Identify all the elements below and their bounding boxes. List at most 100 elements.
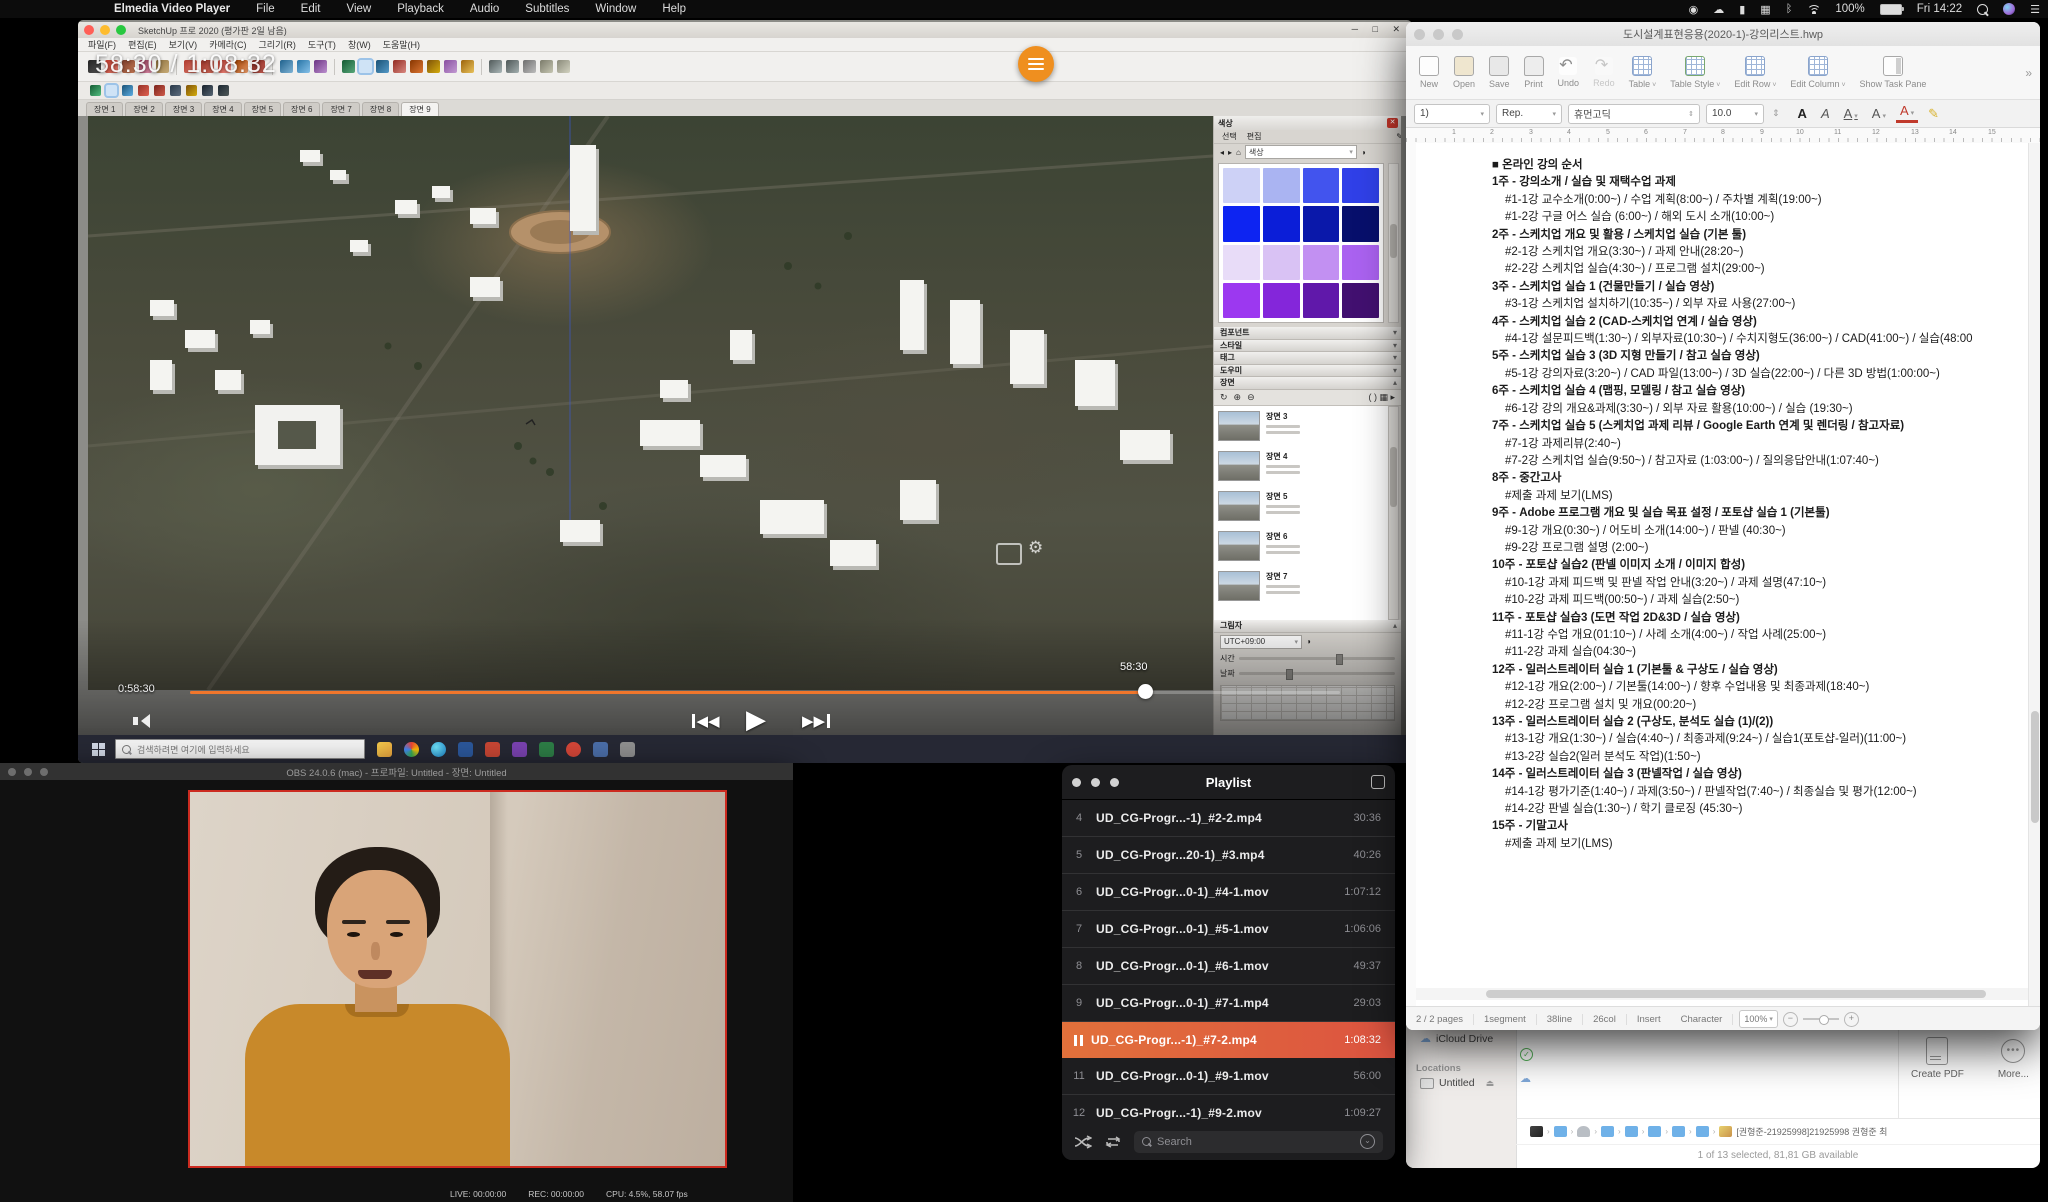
tape-measure-icon[interactable] xyxy=(280,60,293,73)
finder-path-bar[interactable]: › › › › › › › › [권형준-21925998]21925998 권… xyxy=(1516,1118,2040,1144)
bold-button[interactable]: A xyxy=(1794,106,1811,121)
swatch[interactable] xyxy=(1263,245,1300,280)
menu-playback[interactable]: Playback xyxy=(397,3,444,15)
menu-edit[interactable]: Edit xyxy=(301,3,321,15)
swatch[interactable] xyxy=(1342,206,1379,241)
menu-subtitles[interactable]: Subtitles xyxy=(525,3,569,15)
font-color-button[interactable]: A▾ xyxy=(1896,105,1918,123)
swatch[interactable] xyxy=(1263,283,1300,318)
breadcrumb-folder-icon[interactable] xyxy=(1648,1126,1661,1137)
menu-file[interactable]: File xyxy=(256,3,275,15)
table-button[interactable]: Table˅ xyxy=(1622,56,1664,89)
undo-view-icon[interactable] xyxy=(154,85,165,96)
obs-webcam-preview[interactable] xyxy=(188,790,727,1168)
elmedia-settings-gear-icon[interactable]: ⚙ xyxy=(1028,538,1043,558)
show-task-pane-button[interactable]: Show Task Pane xyxy=(1853,56,1934,89)
zoom-extents-icon[interactable] xyxy=(393,60,406,73)
swatch[interactable] xyxy=(1223,245,1260,280)
obs-menubar-icon[interactable]: ◉ xyxy=(1689,3,1699,16)
scenes-list[interactable]: 장면 3 장면 4 장면 5 장면 6 장면 7 xyxy=(1214,406,1390,620)
font-family-dropdown[interactable]: 휴먼고딕⇕ xyxy=(1568,104,1700,124)
swatch[interactable] xyxy=(1303,283,1340,318)
swatch[interactable] xyxy=(1303,168,1340,203)
opacity-icon[interactable]: ◑ xyxy=(1361,148,1366,157)
look-around-icon[interactable] xyxy=(170,85,181,96)
redo-button[interactable]: ↷Redo xyxy=(1586,57,1622,88)
undo-button[interactable]: ↶Undo xyxy=(1551,57,1587,88)
get-models-icon[interactable] xyxy=(506,60,519,73)
section-helper[interactable]: 도우미▾ xyxy=(1214,365,1401,378)
scene-item[interactable]: 장면 7 xyxy=(1214,566,1390,606)
sketchup-3d-viewport[interactable] xyxy=(88,116,1213,690)
bluetooth-icon[interactable]: ᛒ xyxy=(1786,3,1793,15)
print-button[interactable]: Print xyxy=(1517,56,1551,89)
breadcrumb-image-file-icon[interactable] xyxy=(1719,1126,1732,1137)
playlist-mode-icon[interactable] xyxy=(1371,775,1385,789)
section-scenes[interactable]: 장면▴ xyxy=(1214,377,1401,390)
forward-arrow-icon[interactable]: ▸ xyxy=(1228,148,1232,157)
playlist-row[interactable]: 9UD_CG-Progr...0-1)_#7-1.mp429:03 xyxy=(1062,985,1395,1022)
orbit-tool-icon[interactable] xyxy=(342,60,355,73)
shuffle-icon[interactable] xyxy=(1074,1135,1092,1149)
walk-icon[interactable] xyxy=(202,85,213,96)
swatch-scrollbar[interactable] xyxy=(1388,163,1399,323)
elmedia-volume-icon[interactable] xyxy=(133,714,150,728)
back-arrow-icon[interactable]: ◂ xyxy=(1220,148,1224,157)
hwp-vertical-scrollbar[interactable] xyxy=(2028,143,2040,1008)
su-menu-window[interactable]: 창(W) xyxy=(348,38,371,51)
obs-window[interactable]: OBS 24.0.6 (mac) - 프로파일: Untitled - 장면: … xyxy=(0,763,793,1202)
save-button[interactable]: Save xyxy=(1482,56,1517,89)
orbit-icon[interactable] xyxy=(90,85,101,96)
update-scene-icon[interactable]: ↻ xyxy=(1220,392,1228,403)
home-icon[interactable]: ⌂ xyxy=(1236,148,1241,157)
section-tags[interactable]: 태그▾ xyxy=(1214,352,1401,365)
wifi-icon[interactable] xyxy=(1807,4,1820,14)
menubar-clock[interactable]: Fri 14:22 xyxy=(1917,3,1962,15)
repeat-icon[interactable] xyxy=(1104,1135,1122,1149)
swatch[interactable] xyxy=(1223,283,1260,318)
elmedia-pip-icon[interactable] xyxy=(996,543,1022,565)
close-traffic-light[interactable] xyxy=(84,25,94,35)
model-info-icon[interactable] xyxy=(540,60,553,73)
scene-item[interactable]: 장면 6 xyxy=(1214,526,1390,566)
zoom-in-button[interactable]: + xyxy=(1844,1012,1859,1027)
tab-edit[interactable]: 편집 xyxy=(1247,131,1262,142)
next-view-icon[interactable] xyxy=(427,60,440,73)
swatch[interactable] xyxy=(1223,168,1260,203)
search-filter-chevron-icon[interactable]: ⌄ xyxy=(1360,1134,1375,1149)
keyboard-input-icon[interactable]: ▦ xyxy=(1760,3,1770,16)
section-plane-icon[interactable] xyxy=(489,60,502,73)
move-scene-icons[interactable]: ( ) ▦ ▸ xyxy=(1368,392,1395,403)
sidebar-item-icloud-drive[interactable]: ☁ iCloud Drive xyxy=(1420,1032,1516,1045)
toolbar-overflow-chevron[interactable]: » xyxy=(2025,66,2032,80)
italic-button[interactable]: A xyxy=(1817,106,1834,121)
playlist-row[interactable]: 6UD_CG-Progr...0-1)_#4-1.mov1:07:12 xyxy=(1062,874,1395,911)
paragraph-style-dropdown[interactable]: 1)▾ xyxy=(1414,104,1490,124)
bookmark-icon[interactable]: ▮ xyxy=(1739,3,1745,16)
elmedia-menu-button[interactable] xyxy=(1018,46,1054,82)
zoom-out-button[interactable]: − xyxy=(1783,1012,1798,1027)
menu-view[interactable]: View xyxy=(346,3,371,15)
playlist-row-selected-playing[interactable]: UD_CG-Progr...-1)_#7-2.mp41:08:32 xyxy=(1062,1022,1395,1058)
siri-icon[interactable] xyxy=(2003,3,2015,15)
swatch[interactable] xyxy=(1303,245,1340,280)
breadcrumb-folder-icon[interactable] xyxy=(1672,1126,1685,1137)
new-button[interactable]: New xyxy=(1412,56,1446,89)
swatch[interactable] xyxy=(1342,168,1379,203)
rep-dropdown[interactable]: Rep.▾ xyxy=(1496,104,1562,124)
previous-view-icon[interactable] xyxy=(410,60,423,73)
table-style-button[interactable]: Table Style˅ xyxy=(1663,56,1727,89)
finder-window[interactable]: iCloud ☁ iCloud Drive Locations Untitled… xyxy=(1406,1008,2040,1168)
menu-audio[interactable]: Audio xyxy=(470,3,499,15)
edit-column-button[interactable]: Edit Column˅ xyxy=(1783,56,1852,89)
elmedia-next-button[interactable]: ▶▶ xyxy=(802,712,832,730)
playlist-search-field[interactable]: Search ⌄ xyxy=(1134,1131,1383,1153)
playlist-row[interactable]: 11UD_CG-Progr...0-1)_#9-1.mov56:00 xyxy=(1062,1058,1395,1095)
tab-select[interactable]: 선택 xyxy=(1222,131,1237,142)
breadcrumb-folder-icon[interactable] xyxy=(1625,1126,1638,1137)
zoom-window-icon[interactable] xyxy=(138,85,149,96)
menubar-app-name[interactable]: Elmedia Video Player xyxy=(114,3,230,15)
tray-close-icon[interactable]: ✕ xyxy=(1387,118,1398,128)
paint-bucket-icon[interactable] xyxy=(314,60,327,73)
zoom-level-dropdown[interactable]: 100%▾ xyxy=(1739,1010,1778,1028)
